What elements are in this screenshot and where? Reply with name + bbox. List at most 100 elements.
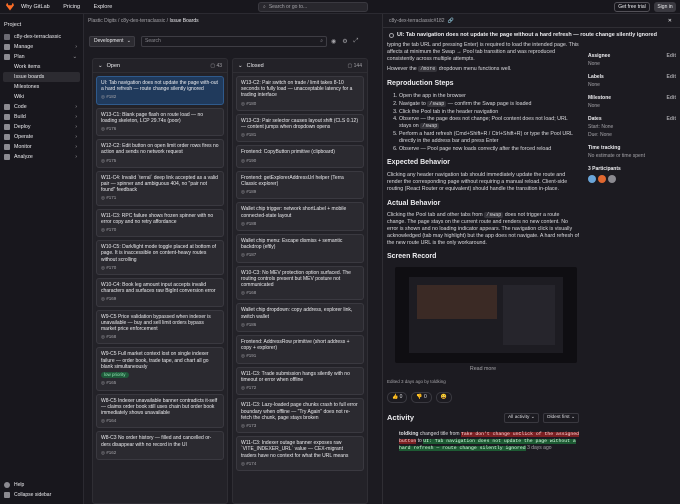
activity-sort-select[interactable]: Oldest first ⌄ [542, 412, 579, 424]
issue-card[interactable]: W9-C5 Price validation bypassed when ind… [96, 309, 224, 345]
issue-card-title[interactable]: Wallet chip menu: Escape dismiss + seman… [241, 238, 359, 250]
column-header[interactable]: ⌄ Closed ▢ 144 [233, 59, 367, 73]
issue-card[interactable]: W13-C2: Pair switch on trade / limit tak… [236, 76, 364, 111]
issue-card-title[interactable]: W11-C3: RPC failure shows frozen spinner… [101, 213, 219, 225]
issue-card-title[interactable]: W11-C3: Lazy-loaded page chunks crash to… [241, 402, 359, 421]
issue-card[interactable]: W11-C3: RPC failure shows frozen spinner… [96, 208, 224, 238]
board-select[interactable]: Development ⌄ [89, 35, 135, 47]
issue-card[interactable]: W11-C3: Indexer outage banner exposes ra… [236, 436, 364, 471]
sidebar-item-work-items[interactable]: Work items [0, 62, 83, 72]
issue-card[interactable]: W11-C4: Invalid `terral` deep link accep… [96, 170, 224, 206]
issue-card[interactable]: Frontend: AddressRow primitive (short ad… [236, 335, 364, 364]
issue-card[interactable]: W13-C1: Blank page flash on route load —… [96, 107, 224, 137]
issue-card-title[interactable]: W13-C3: Pair selector causes layout shif… [241, 118, 359, 130]
issue-card-title[interactable]: W9-C5 Price validation bypassed when ind… [101, 314, 219, 333]
sidebar-item-plan[interactable]: Plan ⌄ [0, 52, 83, 62]
sidebar-item-wiki[interactable]: Wiki [0, 92, 83, 102]
issue-card[interactable]: Frontend: CopyButton primitive (clipboar… [236, 145, 364, 168]
screen-record-video[interactable] [395, 267, 577, 364]
help-link[interactable]: Help [4, 480, 51, 490]
nav-pricing[interactable]: Pricing [63, 4, 80, 10]
issue-card[interactable]: W10-C3: No MEV protection option surface… [236, 265, 364, 301]
issue-card[interactable]: W10-C5: Dark/light mode toggle placed at… [96, 240, 224, 276]
issue-card[interactable]: W9-C5 Full market context lost on single… [96, 347, 224, 391]
sidebar-project[interactable]: c8y-dex-terraclassic [0, 32, 83, 42]
issue-card-title[interactable]: Wallet chip dropdown: copy address, expl… [241, 307, 359, 319]
sidebar-item-monitor[interactable]: Monitor › [0, 142, 83, 152]
avatar[interactable] [588, 175, 596, 183]
issue-card-title[interactable]: W12-C2: Edit button on open limit order … [101, 143, 219, 155]
issue-card[interactable]: W10-C4: Book leg amount input accepts in… [96, 278, 224, 307]
issue-card[interactable]: W13-C3: Pair selector causes layout shif… [236, 113, 364, 143]
sign-in-button[interactable]: Sign in [654, 2, 676, 12]
issue-card-title[interactable]: Frontend: AddressRow primitive (short ad… [241, 339, 359, 351]
priority-label[interactable]: low priority [101, 372, 129, 379]
sidebar-item-code[interactable]: Code › [0, 102, 83, 112]
edit-dates-button[interactable]: Edit [667, 116, 676, 122]
column-header[interactable]: ⌄ Open ▢ 43 [93, 59, 227, 73]
issue-card-title[interactable]: W13-C2: Pair switch on trade / limit tak… [241, 80, 359, 99]
issue-card-title[interactable]: Wallet chip trigger: network shortLabel … [241, 206, 359, 218]
thumbs-up-reaction[interactable]: 👍 0 [387, 391, 408, 403]
issue-card-title[interactable]: W11-C4: Invalid `terral` deep link accep… [101, 175, 219, 194]
issue-card-title[interactable]: W11-C3: Trade submission hangs silently … [241, 371, 359, 383]
search-icon[interactable]: ⌕ [320, 38, 323, 44]
chevron-down-icon[interactable]: ⌄ [238, 63, 243, 69]
sidebar-item-analyze[interactable]: Analyze › [0, 152, 83, 162]
expand-icon[interactable]: ⤢ [354, 38, 359, 45]
read-more-link[interactable]: Read more [387, 366, 579, 373]
nav-why-gitlab[interactable]: Why GitLab [21, 4, 50, 10]
edit-assignee-button[interactable]: Edit [667, 53, 676, 59]
eye-icon[interactable]: ◉ [331, 38, 336, 45]
activity-user[interactable]: toldking [399, 431, 418, 437]
issue-card-title[interactable]: W11-C3: Indexer outage banner exposes ra… [241, 440, 359, 459]
sidebar-item-operate[interactable]: Operate › [0, 132, 83, 142]
thumbs-down-reaction[interactable]: 👎 0 [411, 391, 432, 403]
sidebar-item-deploy[interactable]: Deploy › [0, 122, 83, 132]
issue-card[interactable]: Frontend: getExplorerAddressUrl helper (… [236, 170, 364, 200]
avatar[interactable] [608, 175, 616, 183]
issue-card-title[interactable]: UI: Tab navigation does not update the p… [101, 80, 219, 92]
edit-labels-button[interactable]: Edit [667, 74, 676, 80]
free-trial-button[interactable]: Get free trial [614, 2, 650, 12]
issue-card-title[interactable]: W13-C1: Blank page flash on route load —… [101, 112, 219, 124]
collapse-sidebar-button[interactable]: Collapse sidebar [4, 490, 51, 500]
nav-explore[interactable]: Explore [94, 4, 113, 10]
avatar[interactable] [598, 175, 606, 183]
issue-card[interactable]: W8-C5 Indexer unavailable banner contrad… [96, 393, 224, 429]
breadcrumb-group[interactable]: Plastic Digits [88, 18, 117, 24]
activity-filter-select[interactable]: All activity ⌄ [504, 412, 539, 424]
issue-card[interactable]: UI: Tab navigation does not update the p… [96, 76, 224, 105]
gitlab-logo-icon[interactable] [6, 2, 14, 11]
issue-card-title[interactable]: Frontend: CopyButton primitive (clipboar… [241, 149, 359, 155]
issue-card-title[interactable]: W10-C3: No MEV protection option surface… [241, 270, 359, 289]
issue-card-title[interactable]: W8-C5 Indexer unavailable banner contrad… [101, 398, 219, 417]
issue-card[interactable]: Wallet chip trigger: network shortLabel … [236, 202, 364, 232]
close-icon[interactable]: ✕ [668, 18, 672, 24]
issue-card-title[interactable]: W9-C5 Full market context lost on single… [101, 351, 219, 370]
sidebar-item-manage[interactable]: Manage › [0, 42, 83, 52]
issue-card[interactable]: Wallet chip dropdown: copy address, expl… [236, 303, 364, 333]
sidebar-item-issue-boards[interactable]: Issue boards [3, 72, 80, 82]
issue-card[interactable]: Wallet chip menu: Escape dismiss + seman… [236, 234, 364, 263]
board-search-input[interactable]: Search ⌕ [141, 35, 327, 47]
edit-milestone-button[interactable]: Edit [667, 95, 676, 101]
gear-icon[interactable]: ⚙ [342, 38, 347, 45]
issue-card[interactable]: W8-C3 No order history — filled and canc… [96, 431, 224, 460]
issue-card-title[interactable]: W8-C3 No order history — filled and canc… [101, 435, 219, 447]
breadcrumb-project[interactable]: c8y-dex-terraclassic [121, 18, 165, 24]
issue-card[interactable]: W11-C3: Lazy-loaded page chunks crash to… [236, 398, 364, 434]
chevron-down-icon[interactable]: ⌄ [98, 63, 103, 69]
issue-card[interactable]: W12-C2: Edit button on open limit order … [96, 139, 224, 168]
global-search-input[interactable]: ⌕ Search or go to... [258, 2, 368, 12]
issue-card-title[interactable]: W10-C5: Dark/light mode toggle placed at… [101, 244, 219, 263]
sidebar-item-build[interactable]: Build › [0, 112, 83, 122]
sidebar-item-milestones[interactable]: Milestones [0, 82, 83, 92]
heading-expected: Expected Behavior [387, 159, 451, 167]
issue-card-title[interactable]: Frontend: getExplorerAddressUrl helper (… [241, 175, 359, 187]
issue-reference[interactable]: c8y-dex-terraclassic#182 [389, 18, 445, 24]
link-icon[interactable]: 🔗 [448, 18, 454, 24]
issue-card-title[interactable]: W10-C4: Book leg amount input accepts in… [101, 282, 219, 294]
issue-card[interactable]: W11-C3: Trade submission hangs silently … [236, 366, 364, 396]
add-reaction-button[interactable]: 😀 [435, 391, 453, 403]
